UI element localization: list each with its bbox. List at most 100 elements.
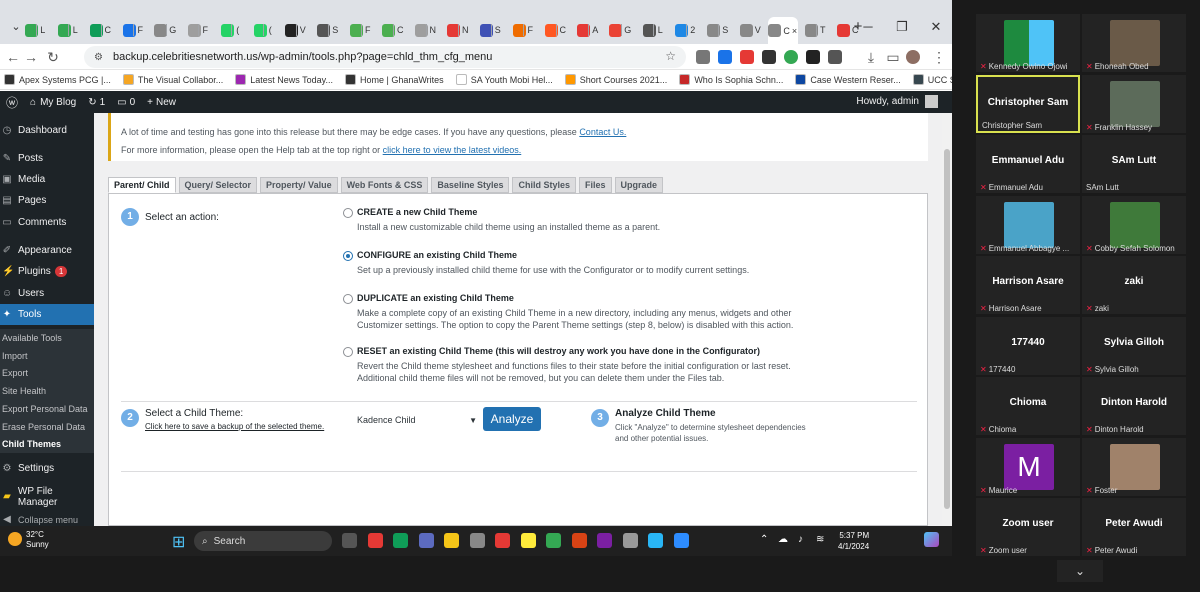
bookmark-item[interactable]: Who Is Sophia Schn... xyxy=(679,74,783,85)
bookmark-item[interactable]: Case Western Reser... xyxy=(795,74,901,85)
mcafee-icon[interactable] xyxy=(367,533,383,548)
updates-link[interactable]: ↻ 1 xyxy=(88,97,105,108)
app-icon[interactable] xyxy=(495,533,510,548)
participant-tile[interactable]: Dinton Harold ✕ Dinton Harold xyxy=(1082,377,1186,435)
tab-baseline-styles[interactable]: Baseline Styles xyxy=(431,177,510,193)
sticky-notes-icon[interactable] xyxy=(520,533,536,548)
copilot-icon[interactable] xyxy=(924,532,939,547)
participant-tile[interactable]: ✕ Cobby Sefah Solomon xyxy=(1082,195,1186,254)
videos-link[interactable]: click here to view the latest videos. xyxy=(383,145,522,155)
extensions-puzzle-icon[interactable] xyxy=(828,50,842,64)
contact-us-link[interactable]: Contact Us. xyxy=(579,127,626,137)
submenu-item[interactable]: Export xyxy=(0,364,94,383)
submenu-item[interactable]: Site Health xyxy=(0,382,94,401)
new-content-link[interactable]: + New xyxy=(147,97,176,108)
site-name-link[interactable]: ⌂ My Blog xyxy=(30,97,76,108)
cloud-icon[interactable]: ☁ xyxy=(778,534,788,545)
participant-tile[interactable]: ✕ Emmanuel Abbagye ... xyxy=(976,195,1080,254)
browser-tab[interactable]: C × xyxy=(767,17,798,44)
tab-child-styles[interactable]: Child Styles xyxy=(512,177,576,193)
action-radio[interactable] xyxy=(343,251,353,261)
extension-icon[interactable] xyxy=(762,50,776,64)
wifi-icon[interactable]: ≋ xyxy=(816,534,824,545)
participant-tile[interactable]: ✕ Kennedy Owino Ojowi xyxy=(976,14,1080,72)
sidebar-item-comments[interactable]: ▭ Comments xyxy=(0,212,94,233)
bookmark-item[interactable]: Short Courses 2021... xyxy=(564,74,667,85)
participant-tile[interactable]: Sylvia Gilloh ✕ Sylvia Gilloh xyxy=(1082,316,1186,375)
bookmark-star-icon[interactable]: ☆ xyxy=(665,49,676,63)
sidebar-item-appearance[interactable]: ✐ Appearance xyxy=(0,240,94,261)
page-scrollbar[interactable] xyxy=(942,113,952,526)
action-radio[interactable] xyxy=(343,294,353,304)
analyze-button[interactable]: Analyze xyxy=(483,407,541,431)
side-panel-icon[interactable]: ▭ xyxy=(884,49,902,66)
task-view-icon[interactable] xyxy=(342,533,357,548)
sidebar-item-tools[interactable]: ✦ Tools xyxy=(0,304,94,325)
participant-tile[interactable]: zaki ✕ zaki xyxy=(1082,256,1186,314)
browser-tab[interactable]: V xyxy=(735,20,766,40)
action-radio[interactable] xyxy=(343,347,353,357)
scroll-thumb[interactable] xyxy=(944,149,950,509)
bookmark-item[interactable]: Latest News Today... xyxy=(235,74,333,85)
participant-tile[interactable]: Christopher Sam Christopher Sam xyxy=(976,74,1080,133)
reload-icon[interactable]: ↻ xyxy=(44,49,62,66)
system-clock[interactable]: 5:37 PM 4/1/2024 xyxy=(838,530,869,552)
weather-widget[interactable]: 32°C Sunny xyxy=(26,530,49,550)
comments-link[interactable]: ▭ 0 xyxy=(117,97,135,108)
tab-close-icon[interactable]: × xyxy=(792,26,797,36)
participant-tile[interactable]: ✕ Franklin Hassey xyxy=(1082,74,1186,133)
bookmark-item[interactable]: Home | GhanaWrites xyxy=(344,74,444,85)
back-arrow-icon[interactable]: ← xyxy=(4,49,22,65)
bookmark-item[interactable]: SA Youth Mobi Hel... xyxy=(455,74,553,85)
submenu-item[interactable]: Erase Personal Data xyxy=(0,417,94,436)
forward-arrow-icon[interactable]: → xyxy=(22,49,40,65)
bookmark-item[interactable]: Apex Systems PCG |... xyxy=(4,74,111,85)
windows-start-icon[interactable]: ⊞ xyxy=(172,532,185,552)
chrome-icon[interactable] xyxy=(546,533,561,548)
sidebar-item-wp-file-manager[interactable]: ▰ WP File Manager xyxy=(0,486,94,508)
microphone-icon[interactable]: ♪ xyxy=(798,534,803,545)
close-icon[interactable]: ✕ xyxy=(924,19,948,35)
participant-tile[interactable]: Emmanuel Adu ✕ Emmanuel Adu xyxy=(976,135,1080,193)
app-icon[interactable] xyxy=(469,533,485,548)
sidebar-item-plugins[interactable]: ⚡ Plugins 1 xyxy=(0,261,94,282)
tab-parent-child[interactable]: Parent/ Child xyxy=(108,177,176,193)
restore-icon[interactable]: ❐ xyxy=(890,19,914,35)
chevron-up-icon[interactable]: ⌃ xyxy=(760,534,768,545)
tab-property-value[interactable]: Property/ Value xyxy=(260,177,338,193)
sidebar-item-dashboard[interactable]: ◷ Dashboard xyxy=(0,120,94,141)
more-participants-button[interactable]: ⌄ xyxy=(1057,560,1103,582)
powerpoint-icon[interactable] xyxy=(571,533,587,548)
participant-tile[interactable]: Chioma ✕ Chioma xyxy=(976,377,1080,435)
downloads-icon[interactable]: ⤓ xyxy=(862,49,880,66)
site-info-icon[interactable]: ⚙ xyxy=(94,52,103,63)
participant-tile[interactable]: Zoom user ✕ Zoom user xyxy=(976,498,1080,556)
participant-tile[interactable]: SAm Lutt SAm Lutt xyxy=(1082,135,1186,193)
tab-search-icon[interactable]: ⌄ xyxy=(4,20,28,33)
participant-tile[interactable]: 177440 ✕ 177440 xyxy=(976,316,1080,375)
action-radio[interactable] xyxy=(343,208,353,218)
extension-icon[interactable] xyxy=(784,50,798,64)
weather-sun-icon[interactable] xyxy=(8,532,22,546)
participant-tile[interactable]: ✕ Foster xyxy=(1082,437,1186,496)
tab-upgrade[interactable]: Upgrade xyxy=(614,177,664,193)
minimize-icon[interactable]: ─ xyxy=(856,19,880,34)
tab-web-fonts-css[interactable]: Web Fonts & CSS xyxy=(340,177,429,193)
taskbar-search[interactable]: ⌕ Search xyxy=(194,531,332,551)
participant-tile[interactable]: Peter Awudi ✕ Peter Awudi xyxy=(1082,498,1186,556)
sidebar-item-media[interactable]: ▣ Media xyxy=(0,169,94,190)
backup-theme-link[interactable]: Click here to save a backup of the selec… xyxy=(145,422,324,431)
notepad-icon[interactable] xyxy=(648,533,663,548)
sidebar-item-settings[interactable]: ⚙ Settings xyxy=(0,458,94,479)
account-menu[interactable]: Howdy, admin xyxy=(856,95,938,108)
file-explorer-icon[interactable] xyxy=(444,533,459,548)
submenu-item[interactable]: Available Tools xyxy=(0,329,94,347)
sidebar-item-posts[interactable]: ✎ Posts xyxy=(0,148,94,169)
bookmark-item[interactable]: The Visual Collabor... xyxy=(122,74,223,85)
app-icon[interactable] xyxy=(597,533,612,548)
sidebar-item-users[interactable]: ☺ Users xyxy=(0,283,94,304)
zoom-icon[interactable] xyxy=(673,533,689,548)
app-icon[interactable] xyxy=(622,533,638,548)
bookmark-item[interactable]: UCC Student Portal... xyxy=(912,74,952,85)
participant-tile[interactable]: Harrison Asare ✕ Harrison Asare xyxy=(976,256,1080,314)
